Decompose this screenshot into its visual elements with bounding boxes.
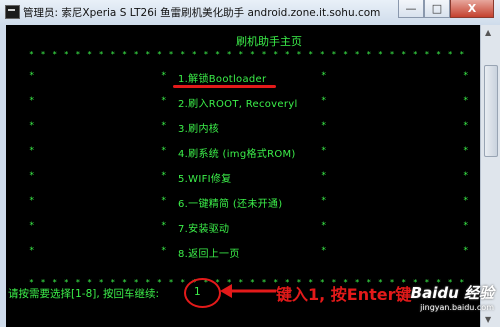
menu-border-star: *: [29, 221, 35, 231]
console-window: 管理员: 索尼Xperia S LT26i 鱼雷刷机美化助手 android.z…: [0, 0, 500, 327]
menu-bullet-star: *: [161, 146, 167, 156]
menu-bullet-star: *: [161, 121, 167, 131]
scroll-thumb[interactable]: [484, 65, 498, 157]
menu-item-flash-system: 4.刷系统 (img格式ROM): [178, 149, 296, 160]
menu-bullet-star: *: [161, 246, 167, 256]
watermark-url: jingyan.baidu.com: [420, 303, 494, 312]
menu-bullet-star: *: [161, 171, 167, 181]
input-highlight-circle: [184, 278, 221, 308]
menu-border-star: *: [463, 221, 469, 231]
annotation-arrow: [220, 284, 276, 298]
menu-border-star: *: [463, 96, 469, 106]
menu-border-star: *: [29, 246, 35, 256]
menu-item-flash-root-recovery: 2.刷入ROOT, Recoveryl: [178, 99, 298, 110]
close-button[interactable]: X: [450, 0, 494, 18]
menu-border-star: *: [29, 171, 35, 181]
menu-item-install-driver: 7.安装驱动: [178, 224, 230, 235]
menu-border-star: *: [463, 121, 469, 131]
window-controls: — □ X: [398, 0, 494, 18]
menu-border-star: *: [29, 196, 35, 206]
menu-title: 刷机助手主页: [236, 35, 302, 48]
console-output[interactable]: 刷机助手主页 * * * * * * * * * * * * * * * * *…: [6, 25, 480, 327]
menu-bullet-star: *: [321, 171, 327, 181]
menu-border-star: *: [463, 71, 469, 81]
menu-bullet-star: *: [161, 221, 167, 231]
arrow-up-icon[interactable]: ▲: [485, 28, 491, 37]
menu-bullet-star: *: [321, 196, 327, 206]
menu-bullet-star: *: [321, 96, 327, 106]
menu-border-star: *: [463, 171, 469, 181]
baidu-logo: Baidu 经验: [410, 284, 494, 302]
menu-bullet-star: *: [161, 196, 167, 206]
menu-border-star: *: [29, 71, 35, 81]
menu-item-one-click-slim: 6.一键精简 (还未开通): [178, 199, 283, 210]
watermark: Baidu 经验 jingyan.baidu.com: [411, 282, 494, 312]
menu-bullet-star: *: [161, 96, 167, 106]
menu-border-star: *: [29, 121, 35, 131]
highlight-underline: [173, 85, 276, 88]
menu-border-star: *: [463, 196, 469, 206]
menu-border-top: * * * * * * * * * * * * * * * * * * * * …: [29, 50, 469, 59]
menu-border-star: *: [463, 246, 469, 256]
menu-item-unlock-bootloader: 1.解锁Bootloader: [178, 74, 267, 85]
maximize-button[interactable]: □: [424, 0, 450, 18]
menu-item-flash-kernel: 3.刷内核: [178, 124, 220, 135]
title-bar[interactable]: 管理员: 索尼Xperia S LT26i 鱼雷刷机美化助手 android.z…: [0, 0, 500, 25]
menu-bullet-star: *: [321, 71, 327, 81]
menu-bullet-star: *: [161, 71, 167, 81]
menu-border-star: *: [29, 146, 35, 156]
window-title: 管理员: 索尼Xperia S LT26i 鱼雷刷机美化助手 android.z…: [23, 7, 381, 19]
input-prompt: 请按需要选择[1-8], 按回车继续:: [8, 288, 160, 300]
menu-bullet-star: *: [321, 221, 327, 231]
minimize-button[interactable]: —: [398, 0, 424, 18]
menu-bullet-star: *: [321, 146, 327, 156]
menu-item-wifi-fix: 5.WIFI修复: [178, 174, 232, 185]
console-icon: [5, 5, 20, 19]
menu-bullet-star: *: [321, 121, 327, 131]
menu-item-back: 8.返回上一页: [178, 249, 240, 260]
menu-border-star: *: [29, 96, 35, 106]
menu-border-star: *: [463, 146, 469, 156]
arrow-down-icon[interactable]: ▼: [485, 315, 491, 324]
annotation-text: 键入1, 按Enter键: [276, 285, 412, 304]
menu-bullet-star: *: [321, 246, 327, 256]
